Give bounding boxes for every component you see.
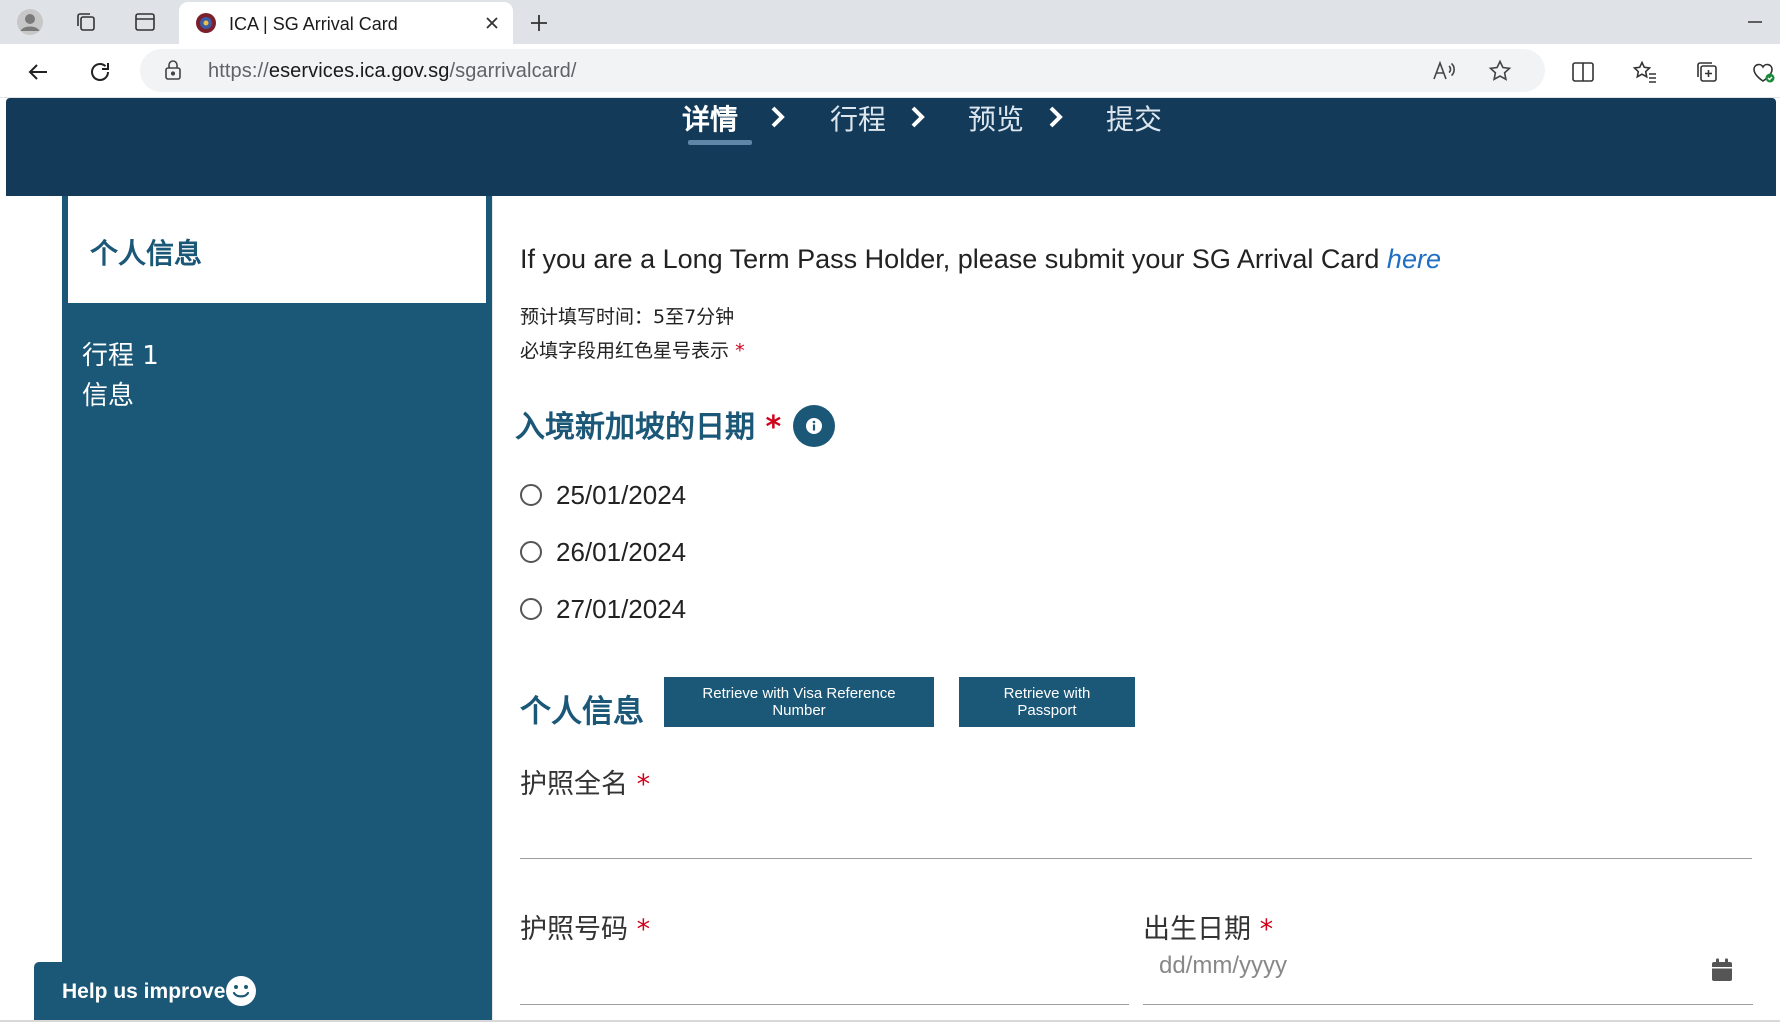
- here-link[interactable]: here: [1387, 244, 1441, 274]
- active-step-underline: [688, 140, 752, 145]
- step-itinerary[interactable]: 行程: [830, 98, 886, 136]
- step-submit[interactable]: 提交: [1106, 98, 1162, 136]
- split-screen-icon[interactable]: [1565, 54, 1601, 90]
- new-tab-icon[interactable]: [522, 6, 556, 40]
- tab-title: ICA | SG Arrival Card: [229, 14, 398, 34]
- read-aloud-icon[interactable]: [1430, 57, 1458, 85]
- workspaces-icon[interactable]: [68, 6, 104, 38]
- radio-button[interactable]: [520, 484, 542, 506]
- chevron-right-icon: [911, 106, 925, 128]
- sidebar-item-personal-info[interactable]: 个人信息: [68, 196, 486, 303]
- url-text[interactable]: https://eservices.ica.gov.sg/sgarrivalca…: [208, 60, 577, 83]
- profile-icon[interactable]: [12, 6, 48, 38]
- back-icon[interactable]: [20, 54, 56, 90]
- long-term-pass-notice: If you are a Long Term Pass Holder, plea…: [520, 244, 1441, 274]
- info-icon[interactable]: [793, 405, 835, 447]
- left-gutter: [6, 196, 62, 1022]
- full-name-label: 护照全名 *: [520, 769, 651, 800]
- ica-favicon-icon: [195, 12, 217, 39]
- passport-number-input[interactable]: [520, 1004, 1129, 1005]
- retrieve-passport-button[interactable]: Retrieve with Passport: [959, 677, 1135, 727]
- page-viewport: 详情 行程 预览 提交 个人信息 行程 1 信息 If you are a Lo…: [0, 98, 1780, 1022]
- lock-icon[interactable]: [164, 60, 182, 85]
- browser-tab[interactable]: ICA | SG Arrival Card: [179, 2, 513, 44]
- passport-number-label: 护照号码 *: [520, 914, 651, 945]
- arrival-date-option[interactable]: 26/01/2024: [520, 536, 686, 568]
- address-toolbar: https://eservices.ica.gov.sg/sgarrivalca…: [0, 44, 1780, 98]
- calendar-icon[interactable]: [1711, 958, 1733, 987]
- dob-label: 出生日期 *: [1143, 914, 1274, 945]
- sidebar-item-label: 个人信息: [90, 237, 203, 270]
- step-preview[interactable]: 预览: [968, 98, 1024, 136]
- sidebar: 个人信息 行程 1 信息: [62, 196, 492, 1022]
- sidebar-item-itinerary-1[interactable]: 行程 1 信息: [82, 336, 382, 416]
- favorite-star-icon[interactable]: [1486, 57, 1514, 85]
- arrival-date-title: 入境新加坡的日期 *: [515, 410, 782, 445]
- address-bar[interactable]: https://eservices.ica.gov.sg/sgarrivalca…: [140, 49, 1545, 92]
- main-form: If you are a Long Term Pass Holder, plea…: [492, 196, 1776, 1022]
- chevron-right-icon: [1049, 106, 1063, 128]
- arrival-date-option[interactable]: 27/01/2024: [520, 593, 686, 625]
- smiley-icon: [224, 974, 258, 1013]
- arrival-date-option[interactable]: 25/01/2024: [520, 479, 686, 511]
- collections-icon[interactable]: [1689, 54, 1725, 90]
- radio-button[interactable]: [520, 598, 542, 620]
- required-note: 必填字段用红色星号表示 *: [520, 340, 745, 362]
- full-name-input[interactable]: [520, 858, 1752, 859]
- help-us-improve-button[interactable]: Help us improve: [34, 962, 286, 1022]
- chevron-right-icon: [771, 106, 785, 128]
- estimated-time-text: 预计填写时间：5至7分钟: [520, 306, 735, 328]
- reload-icon[interactable]: [82, 54, 118, 90]
- radio-button[interactable]: [520, 541, 542, 563]
- favorites-icon[interactable]: [1627, 54, 1663, 90]
- tab-bar: ICA | SG Arrival Card: [0, 0, 1780, 44]
- minimize-icon[interactable]: [1740, 12, 1770, 32]
- retrieve-visa-button[interactable]: Retrieve with Visa Reference Number: [664, 677, 934, 727]
- step-header: 详情 行程 预览 提交: [6, 98, 1776, 196]
- browser-essentials-icon[interactable]: [1745, 54, 1780, 90]
- personal-info-title: 个人信息: [520, 694, 644, 730]
- dob-input[interactable]: dd/mm/yyyy: [1143, 946, 1753, 986]
- dob-underline: [1143, 1004, 1753, 1005]
- step-details[interactable]: 详情: [682, 98, 738, 136]
- close-tab-icon[interactable]: [479, 10, 505, 36]
- vertical-tabs-icon[interactable]: [127, 6, 163, 38]
